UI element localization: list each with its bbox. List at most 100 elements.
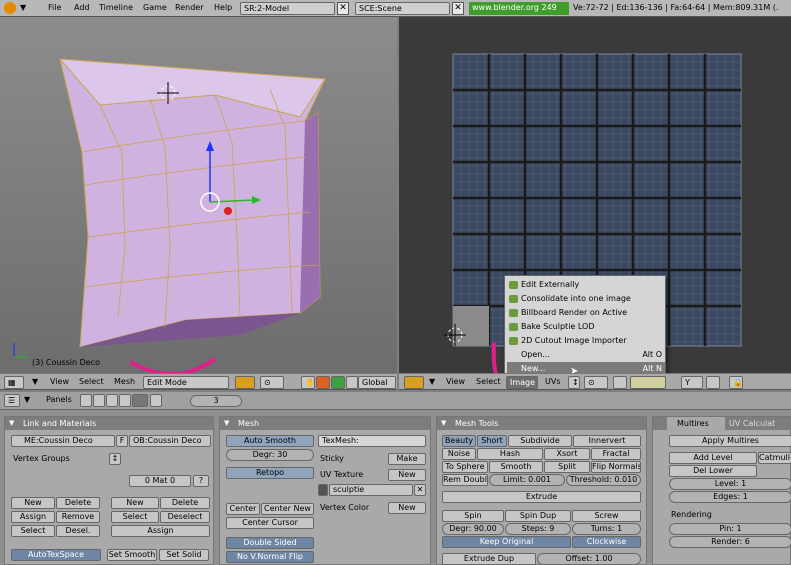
mat-deselect-button[interactable]: Deselect (160, 511, 210, 523)
screw-button[interactable]: Screw (572, 510, 641, 522)
menu-uvs[interactable]: UVs (545, 377, 561, 386)
menu-item-open[interactable]: Open... Alt O (507, 348, 665, 362)
orientation-selector[interactable]: Global (358, 376, 396, 389)
vgroup-remove-button[interactable]: Remove (56, 511, 100, 523)
autotexspace-toggle[interactable]: AutoTexSpace (11, 549, 101, 561)
editing-icon[interactable] (132, 394, 148, 407)
subdivide-button[interactable]: Subdivide (508, 435, 572, 447)
offset-field[interactable]: Offset: 1.00 (537, 553, 641, 565)
del-lower-button[interactable]: Del Lower (669, 465, 757, 477)
uv-texture-new-button[interactable]: New (388, 469, 426, 481)
mesh-name-field[interactable]: ME:Coussin Deco (11, 435, 115, 447)
scene-selector[interactable]: SCE:Scene (355, 2, 450, 15)
menu-select[interactable]: Select (476, 377, 501, 386)
hand-icon[interactable]: ✋ (301, 376, 315, 389)
shading-icon[interactable] (106, 394, 118, 407)
menu-item-billboard-render[interactable]: Billboard Render on Active (507, 306, 665, 320)
rem-doubl-button[interactable]: Rem Doubl (442, 474, 488, 486)
set-smooth-button[interactable]: Set Smooth (107, 549, 157, 561)
spin-degr-field[interactable]: Degr: 90.00 (442, 523, 504, 535)
logic-icon[interactable] (80, 394, 92, 407)
pin-field[interactable]: Pin: 1 (669, 523, 791, 535)
menu-game[interactable]: Game (143, 3, 167, 12)
blender-org-link[interactable]: www.blender.org 249 (469, 2, 569, 15)
auto-smooth-toggle[interactable]: Auto Smooth (226, 435, 314, 447)
apply-multires-button[interactable]: Apply Multires (669, 435, 791, 447)
material-help-button[interactable]: ? (193, 475, 209, 487)
mode-selector[interactable]: Edit Mode (143, 376, 229, 389)
extrude-dup-button[interactable]: Extrude Dup (442, 553, 536, 565)
auto-smooth-degr[interactable]: Degr: 30 (226, 449, 314, 461)
tab-uv-calculation[interactable]: UV Calculat (729, 419, 775, 428)
chevron-down-icon[interactable]: ▼ (20, 3, 26, 12)
scale-icon[interactable] (346, 376, 358, 389)
vgroup-deselect-button[interactable]: Desel. (56, 525, 100, 537)
menu-select[interactable]: Select (79, 377, 104, 386)
script-icon[interactable] (93, 394, 105, 407)
vgroup-delete-button[interactable]: Delete (56, 497, 100, 509)
center-cursor-button[interactable]: Center Cursor (226, 517, 314, 529)
threshold-field[interactable]: Threshold: 0.010 (566, 474, 641, 486)
translate-icon[interactable] (316, 376, 330, 389)
chevron-down-icon[interactable]: ▼ (32, 377, 38, 386)
fake-user-button[interactable]: F (116, 435, 128, 447)
spin-dup-button[interactable]: Spin Dup (505, 510, 571, 522)
uv-layer-name[interactable]: sculptie (329, 484, 413, 496)
steps-field[interactable]: Steps: 9 (505, 523, 571, 535)
view-icon[interactable] (706, 376, 720, 389)
chevron-down-icon[interactable]: ▼ (429, 377, 435, 386)
edges-field[interactable]: Edges: 1 (669, 491, 791, 503)
vgroup-assign-button[interactable]: Assign (11, 511, 55, 523)
panel-title[interactable]: Mesh (220, 417, 430, 430)
menu-file[interactable]: File (48, 3, 61, 12)
menu-mesh[interactable]: Mesh (114, 377, 135, 386)
pivot-icon[interactable]: ⊙ (260, 376, 284, 389)
editor-type-icon[interactable] (404, 376, 424, 389)
clockwise-toggle[interactable]: Clockwise (572, 536, 641, 548)
add-level-button[interactable]: Add Level (669, 452, 757, 464)
smooth-button[interactable]: Smooth (489, 461, 543, 473)
menu-item-bake-sculptie[interactable]: Bake Sculptie LOD (507, 320, 665, 334)
short-toggle[interactable]: Short (477, 435, 507, 447)
set-solid-button[interactable]: Set Solid (159, 549, 209, 561)
mat-select-button[interactable]: Select (111, 511, 159, 523)
panel-title[interactable]: Mesh Tools (437, 417, 646, 430)
close-icon[interactable]: ✕ (337, 2, 349, 15)
limit-field[interactable]: Limit: 0.001 (489, 474, 565, 486)
sticky-make-button[interactable]: Make (388, 453, 426, 465)
rotate-icon[interactable] (331, 376, 345, 389)
panel-title[interactable]: Link and Materials (5, 417, 213, 430)
double-sided-toggle[interactable]: Double Sided (226, 537, 314, 549)
subdiv-type-selector[interactable]: Catmull- (758, 452, 791, 464)
retopo-toggle[interactable]: Retopo (226, 467, 314, 479)
vgroup-select-button[interactable]: Select (11, 525, 55, 537)
menu-timeline[interactable]: Timeline (99, 3, 133, 12)
center-button[interactable]: Center (226, 503, 260, 515)
image-browse-icon[interactable]: ↕ (568, 376, 580, 389)
menu-item-2d-cutout[interactable]: 2D Cutout Image Importer (507, 334, 665, 348)
menu-image[interactable]: Image (506, 376, 538, 389)
object-name-field[interactable]: OB:Coussin Deco (129, 435, 211, 447)
level-field[interactable]: Level: 1 (669, 478, 791, 490)
material-index[interactable]: 0 Mat 0 (129, 475, 191, 487)
close-icon[interactable]: ✕ (414, 484, 426, 496)
object-icon[interactable] (119, 394, 131, 407)
spin-button[interactable]: Spin (442, 510, 504, 522)
scene-icon[interactable] (150, 394, 162, 407)
split-button[interactable]: Split (544, 461, 590, 473)
mat-delete-button[interactable]: Delete (160, 497, 210, 509)
vertex-group-browse[interactable]: ↕ (109, 453, 121, 465)
menu-render[interactable]: Render (175, 3, 203, 12)
menu-view[interactable]: View (50, 377, 69, 386)
uv-select-mode-icon[interactable] (630, 376, 666, 389)
fractal-button[interactable]: Fractal (591, 448, 641, 460)
center-new-button[interactable]: Center New (261, 503, 314, 515)
vgroup-new-button[interactable]: New (11, 497, 55, 509)
hash-button[interactable]: Hash (477, 448, 543, 460)
mat-new-button[interactable]: New (111, 497, 159, 509)
flip-normals-button[interactable]: Flip Normals (591, 461, 641, 473)
to-sphere-button[interactable]: To Sphere (442, 461, 488, 473)
menu-add[interactable]: Add (74, 3, 90, 12)
snap-icon[interactable]: Y (681, 376, 703, 389)
render-field[interactable]: Render: 6 (669, 536, 791, 548)
